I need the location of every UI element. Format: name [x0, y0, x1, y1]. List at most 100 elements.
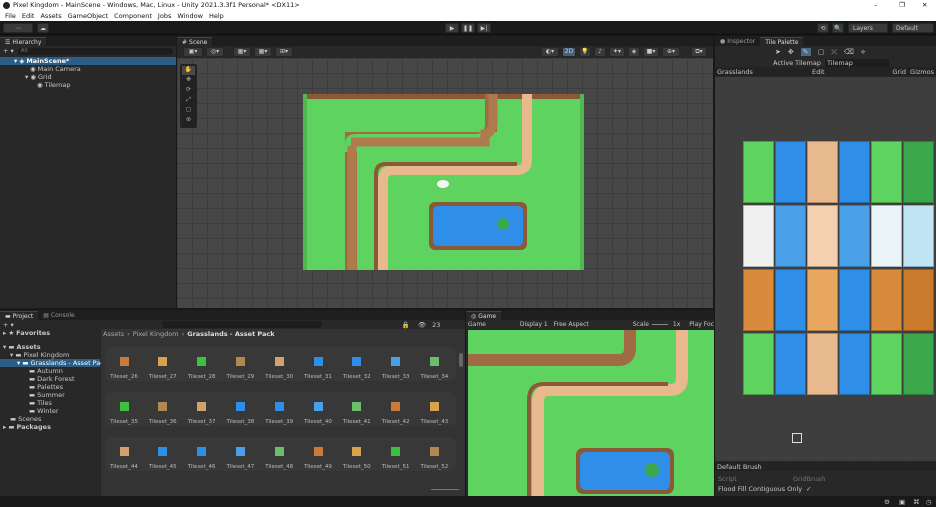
- step-button[interactable]: ▶|: [477, 23, 491, 33]
- palette-tile[interactable]: [775, 205, 806, 267]
- asset-tile[interactable]: Tileset_45: [145, 447, 181, 470]
- palette-tile[interactable]: [839, 141, 870, 203]
- tab-scene[interactable]: # Scene: [177, 37, 213, 46]
- asset-tile[interactable]: Tileset_52: [416, 447, 452, 470]
- asset-tile[interactable]: Tileset_44: [106, 447, 142, 470]
- gizmos-toggle[interactable]: Gizmos: [910, 68, 934, 76]
- audio-icon[interactable]: ♪: [594, 46, 606, 57]
- folder-tiles[interactable]: ▬ Tiles: [0, 399, 100, 407]
- breadcrumb-pixel-kingdom[interactable]: Pixel Kingdom: [133, 330, 179, 338]
- account-button[interactable]: ⋯: [3, 23, 33, 33]
- asset-tile[interactable]: Tileset_37: [184, 402, 220, 425]
- fill-icon[interactable]: ⟡: [861, 48, 866, 57]
- breadcrumb-assets[interactable]: Assets: [103, 330, 124, 338]
- move-tool-icon[interactable]: ✥: [788, 48, 794, 56]
- active-tilemap-dropdown[interactable]: Tilemap: [825, 58, 889, 67]
- palette-tiles[interactable]: [743, 141, 936, 409]
- folder-grasslands[interactable]: ▾ ▬ Grasslands - Asset Pack: [0, 359, 108, 367]
- folder-summer[interactable]: ▬ Summer: [0, 391, 100, 399]
- layout-dropdown[interactable]: Default: [892, 23, 934, 33]
- asset-tile[interactable]: Tileset_48: [261, 447, 297, 470]
- palette-tile[interactable]: [839, 269, 870, 331]
- palette-tile[interactable]: [903, 269, 934, 331]
- palette-tile[interactable]: [871, 205, 902, 267]
- menu-file[interactable]: File: [5, 12, 16, 20]
- layers-dropdown[interactable]: Layers: [848, 23, 888, 33]
- hand-tool-icon[interactable]: ✋: [182, 66, 195, 75]
- scale-slider[interactable]: [651, 324, 668, 325]
- palette-tile[interactable]: [775, 141, 806, 203]
- gizmo-dropdown[interactable]: ◎▾: [206, 46, 224, 57]
- status-icon[interactable]: ◷: [926, 498, 932, 506]
- asset-tile[interactable]: Tileset_26: [106, 357, 142, 380]
- overlay-dropdown[interactable]: ⧉▾: [691, 46, 707, 57]
- history-icon[interactable]: ⟲: [817, 23, 829, 33]
- menu-component[interactable]: Component: [114, 12, 152, 20]
- folder-dark-forest[interactable]: ▬ Dark Forest: [0, 375, 100, 383]
- gizmos-dropdown[interactable]: ⊕▾: [662, 46, 680, 57]
- asset-tile[interactable]: Tileset_46: [184, 447, 220, 470]
- lock-icon[interactable]: 🔒: [402, 321, 410, 329]
- hierarchy-item-grid[interactable]: ▾ ◉ Grid: [0, 73, 176, 81]
- lighting-icon[interactable]: 💡: [579, 46, 591, 57]
- asset-tile[interactable]: Tileset_36: [145, 402, 181, 425]
- snap-toggle[interactable]: ▦▾: [254, 46, 272, 57]
- palette-tile[interactable]: [743, 205, 774, 267]
- asset-tile[interactable]: Tileset_42: [378, 402, 414, 425]
- move-tool-icon[interactable]: ✥: [182, 76, 195, 85]
- folder-winter[interactable]: ▬ Winter: [0, 407, 100, 415]
- menu-assets[interactable]: Assets: [40, 12, 61, 20]
- pause-button[interactable]: ❚❚: [461, 23, 475, 33]
- menu-gameobject[interactable]: GameObject: [68, 12, 109, 20]
- asset-tile[interactable]: Tileset_31: [300, 357, 336, 380]
- tab-project[interactable]: ▬ Project: [0, 311, 39, 320]
- box-fill-icon[interactable]: ▢: [818, 48, 825, 56]
- project-search-input[interactable]: [161, 321, 322, 328]
- visibility-icon[interactable]: ◈: [628, 46, 640, 57]
- rect-tool-icon[interactable]: ▢: [182, 106, 195, 115]
- menu-help[interactable]: Help: [209, 12, 224, 20]
- asset-tile[interactable]: Tileset_40: [300, 402, 336, 425]
- asset-tile[interactable]: Tileset_30: [261, 357, 297, 380]
- brush-dropdown[interactable]: Default Brush: [717, 463, 762, 471]
- tab-inspector[interactable]: ● Inspector: [715, 37, 761, 46]
- edit-button[interactable]: Edit: [812, 68, 825, 76]
- palette-tile[interactable]: [807, 141, 838, 203]
- asset-tile[interactable]: Tileset_43: [416, 402, 452, 425]
- palette-tile[interactable]: [807, 269, 838, 331]
- asset-tile[interactable]: Tileset_33: [378, 357, 414, 380]
- scale-tool-icon[interactable]: ⤢: [182, 96, 195, 105]
- maximize-button[interactable]: ❐: [899, 1, 905, 9]
- hierarchy-search-input[interactable]: All: [17, 47, 173, 55]
- eye-icon[interactable]: 👁: [418, 321, 426, 329]
- cloud-icon[interactable]: ☁: [37, 23, 49, 33]
- tab-game[interactable]: ◎ Game: [466, 311, 502, 320]
- asset-tile[interactable]: Tileset_41: [339, 402, 375, 425]
- search-icon[interactable]: 🔍: [832, 23, 844, 33]
- asset-tile[interactable]: Tileset_35: [106, 402, 142, 425]
- folder-palettes[interactable]: ▬ Palettes: [0, 383, 100, 391]
- palette-tile[interactable]: [743, 269, 774, 331]
- draw-mode-dropdown[interactable]: ▣▾: [183, 46, 203, 57]
- debug-icon[interactable]: ⌘: [913, 498, 920, 506]
- palette-tile[interactable]: [871, 141, 902, 203]
- asset-tile[interactable]: Tileset_38: [222, 402, 258, 425]
- effects-icon[interactable]: ✦▾: [609, 46, 625, 57]
- add-button[interactable]: + ▾: [3, 47, 14, 55]
- palette-tile[interactable]: [807, 205, 838, 267]
- grid-toggle[interactable]: ▦▾: [233, 46, 251, 57]
- breadcrumb-grasslands[interactable]: Grasslands - Asset Pack: [187, 330, 274, 338]
- menu-window[interactable]: Window: [177, 12, 203, 20]
- palette-tile[interactable]: [839, 333, 870, 395]
- asset-tile[interactable]: Tileset_29: [222, 357, 258, 380]
- close-button[interactable]: ✕: [922, 1, 927, 9]
- folder-scenes[interactable]: ▬ Scenes: [0, 415, 100, 423]
- eraser-icon[interactable]: ⌫: [844, 48, 854, 56]
- shading-dropdown[interactable]: ◐▾: [541, 46, 559, 57]
- asset-tile[interactable]: Tileset_34: [416, 357, 452, 380]
- minimize-button[interactable]: –: [874, 1, 877, 9]
- palette-tile[interactable]: [743, 333, 774, 395]
- hierarchy-item-tilemap[interactable]: ◉ Tilemap: [0, 81, 176, 89]
- tab-console[interactable]: ▤ Console: [38, 311, 80, 320]
- hierarchy-item-mainscene[interactable]: ▾ ◈ MainScene*: [0, 57, 176, 65]
